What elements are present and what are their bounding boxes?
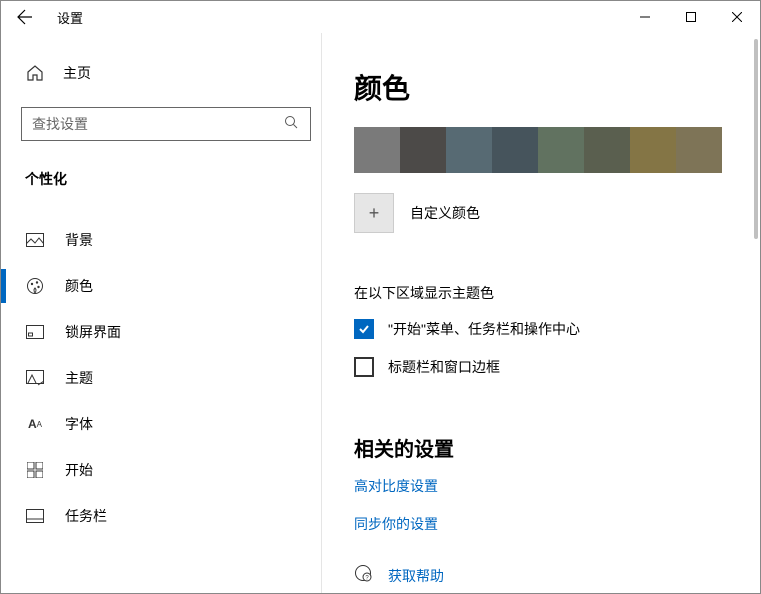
window-title: 设置	[57, 8, 83, 27]
maximize-icon	[686, 12, 696, 22]
color-swatch-4[interactable]	[538, 127, 584, 173]
search-icon	[284, 115, 298, 133]
page-heading: 颜色	[354, 67, 730, 107]
maximize-button[interactable]	[668, 1, 714, 33]
search-input[interactable]	[32, 116, 300, 132]
lockscreen-icon	[25, 325, 45, 339]
checkbox-label: 标题栏和窗口边框	[388, 357, 500, 377]
color-swatch-2[interactable]	[446, 127, 492, 173]
sidebar-item-fonts[interactable]: AA 字体	[21, 401, 321, 447]
checkbox-start-taskbar[interactable]	[354, 319, 374, 339]
related-settings-heading: 相关的设置	[354, 433, 730, 462]
color-swatch-7[interactable]	[676, 127, 722, 173]
help-label: 获取帮助	[388, 566, 444, 586]
color-swatch-1[interactable]	[400, 127, 446, 173]
sidebar-item-background[interactable]: 背景	[21, 217, 321, 263]
checkbox-row-titlebar: 标题栏和窗口边框	[354, 357, 730, 377]
custom-color-row: + 自定义颜色	[354, 193, 730, 233]
content-area: 主页 个性化 背景 颜色 锁屏界面 主题	[1, 33, 760, 593]
sidebar-section-label: 个性化	[21, 169, 321, 189]
color-swatch-5[interactable]	[584, 127, 630, 173]
sidebar: 主页 个性化 背景 颜色 锁屏界面 主题	[1, 33, 321, 593]
start-icon	[25, 462, 45, 478]
themes-icon	[25, 370, 45, 386]
nav-label: 开始	[65, 460, 93, 480]
checkbox-label: "开始"菜单、任务栏和操作中心	[388, 319, 580, 339]
accent-section-label: 在以下区域显示主题色	[354, 283, 730, 303]
search-box[interactable]	[21, 107, 311, 141]
nav-label: 锁屏界面	[65, 322, 121, 342]
picture-icon	[25, 233, 45, 247]
fonts-icon: AA	[25, 417, 45, 431]
help-icon: ?	[354, 564, 372, 587]
plus-icon: +	[369, 203, 380, 224]
palette-icon	[25, 277, 45, 295]
nav-label: 颜色	[65, 276, 93, 296]
nav-label: 背景	[65, 230, 93, 250]
link-high-contrast[interactable]: 高对比度设置	[354, 476, 730, 496]
color-swatch-0[interactable]	[354, 127, 400, 173]
back-button[interactable]	[9, 1, 41, 33]
help-row[interactable]: ? 获取帮助	[354, 564, 730, 587]
minimize-icon	[640, 12, 650, 22]
nav-list: 背景 颜色 锁屏界面 主题 AA 字体 开始	[21, 217, 321, 539]
color-swatches	[354, 127, 730, 173]
checkbox-titlebar[interactable]	[354, 357, 374, 377]
titlebar: 设置	[1, 1, 760, 33]
color-swatch-6[interactable]	[630, 127, 676, 173]
home-icon	[25, 64, 45, 82]
minimize-button[interactable]	[622, 1, 668, 33]
sidebar-item-start[interactable]: 开始	[21, 447, 321, 493]
main-panel: 颜色 + 自定义颜色 在以下区域显示主题色 "开始"菜单、任务栏和操作中心 标题…	[321, 33, 760, 593]
sidebar-item-taskbar[interactable]: 任务栏	[21, 493, 321, 539]
nav-label: 主题	[65, 368, 93, 388]
scrollbar[interactable]	[754, 39, 758, 239]
custom-color-label: 自定义颜色	[410, 203, 480, 223]
nav-label: 字体	[65, 414, 93, 434]
home-label: 主页	[63, 63, 91, 83]
sidebar-item-themes[interactable]: 主题	[21, 355, 321, 401]
custom-color-button[interactable]: +	[354, 193, 394, 233]
window-controls	[622, 1, 760, 33]
check-icon	[358, 323, 370, 335]
close-icon	[732, 12, 742, 22]
arrow-left-icon	[17, 9, 33, 25]
close-button[interactable]	[714, 1, 760, 33]
nav-label: 任务栏	[65, 506, 107, 526]
taskbar-icon	[25, 509, 45, 523]
link-sync-settings[interactable]: 同步你的设置	[354, 514, 730, 534]
home-link[interactable]: 主页	[21, 53, 321, 93]
color-swatch-3[interactable]	[492, 127, 538, 173]
sidebar-item-lockscreen[interactable]: 锁屏界面	[21, 309, 321, 355]
checkbox-row-start: "开始"菜单、任务栏和操作中心	[354, 319, 730, 339]
sidebar-item-colors[interactable]: 颜色	[21, 263, 321, 309]
